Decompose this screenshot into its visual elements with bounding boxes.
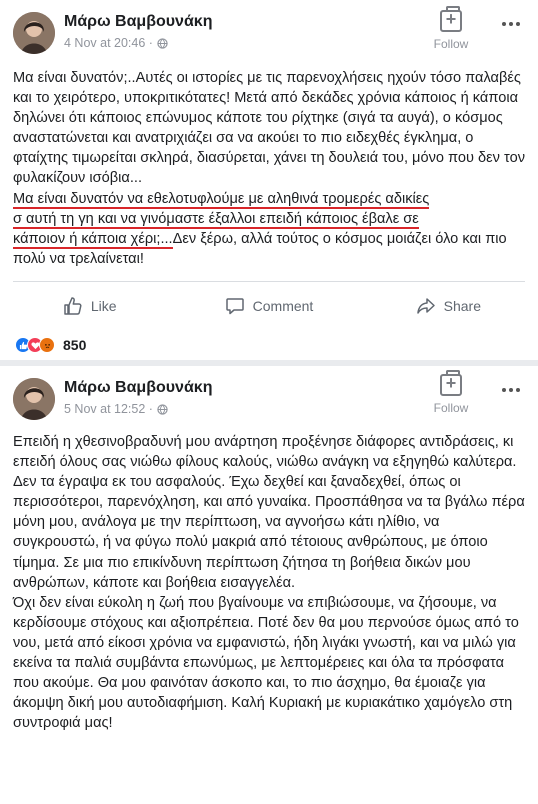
timestamp[interactable]: 4 Nov at 20:46 · [64, 36, 153, 50]
follow-bookmark-icon: + [440, 6, 462, 32]
post-text: Επειδή η χθεσινοβραδυνή μου ανάρτηση προ… [13, 434, 525, 732]
follow-bookmark-icon: + [440, 370, 462, 396]
timestamp[interactable]: 5 Nov at 12:52 · [64, 402, 153, 416]
avatar[interactable] [13, 12, 55, 54]
avatar-photo [13, 12, 55, 54]
author-name[interactable]: Μάρω Βαμβουνάκη [64, 379, 212, 397]
angry-reaction-icon [39, 337, 55, 353]
like-button[interactable]: Like [0, 293, 179, 319]
divider [13, 281, 525, 282]
post-text: Μα είναι δυνατόν;..Αυτές οι ιστορίες με … [13, 68, 528, 269]
follow-label: Follow [433, 401, 469, 415]
follow-label: Follow [433, 37, 469, 51]
action-bar: Like Comment Share [0, 293, 538, 319]
post-meta: 5 Nov at 12:52 · [64, 402, 168, 416]
post-1: Μάρω Βαμβουνάκη 4 Nov at 20:46 · + Follo… [0, 0, 538, 330]
more-dots-icon[interactable] [502, 14, 524, 36]
share-label: Share [443, 298, 481, 314]
author-name[interactable]: Μάρω Βαμβουνάκη [64, 13, 212, 31]
reactions-summary[interactable]: 850 [15, 337, 86, 353]
globe-icon [157, 37, 168, 49]
post-text-underlined-1: Μα είναι δυνατόν να εθελοτυφλούμε με αλη… [13, 190, 430, 209]
share-button[interactable]: Share [359, 293, 538, 319]
globe-icon [157, 403, 168, 415]
post-meta: 4 Nov at 20:46 · [64, 36, 168, 50]
follow-button[interactable]: + Follow [429, 6, 473, 51]
post-text-main: Μα είναι δυνατόν;..Αυτές οι ιστορίες με … [13, 70, 530, 187]
reaction-count: 850 [63, 337, 87, 353]
avatar[interactable] [13, 378, 55, 420]
follow-button[interactable]: + Follow [429, 370, 473, 415]
post-2: Μάρω Βαμβουνάκη 5 Nov at 12:52 · + Follo… [0, 366, 538, 804]
post-text-underlined-3: κάποιον ή κάποια χέρι;... [13, 230, 173, 249]
more-dots-icon[interactable] [502, 380, 524, 402]
share-arrow-icon [416, 298, 435, 314]
like-label: Like [90, 298, 117, 314]
post-text-underlined-2: σ αυτή τη γη και να γινόμαστε έξαλλοι επ… [13, 210, 419, 229]
comment-bubble-icon [225, 298, 244, 315]
comment-button[interactable]: Comment [179, 293, 358, 319]
avatar-photo [13, 378, 55, 420]
thumbs-up-icon [64, 297, 82, 315]
comment-label: Comment [252, 298, 314, 314]
